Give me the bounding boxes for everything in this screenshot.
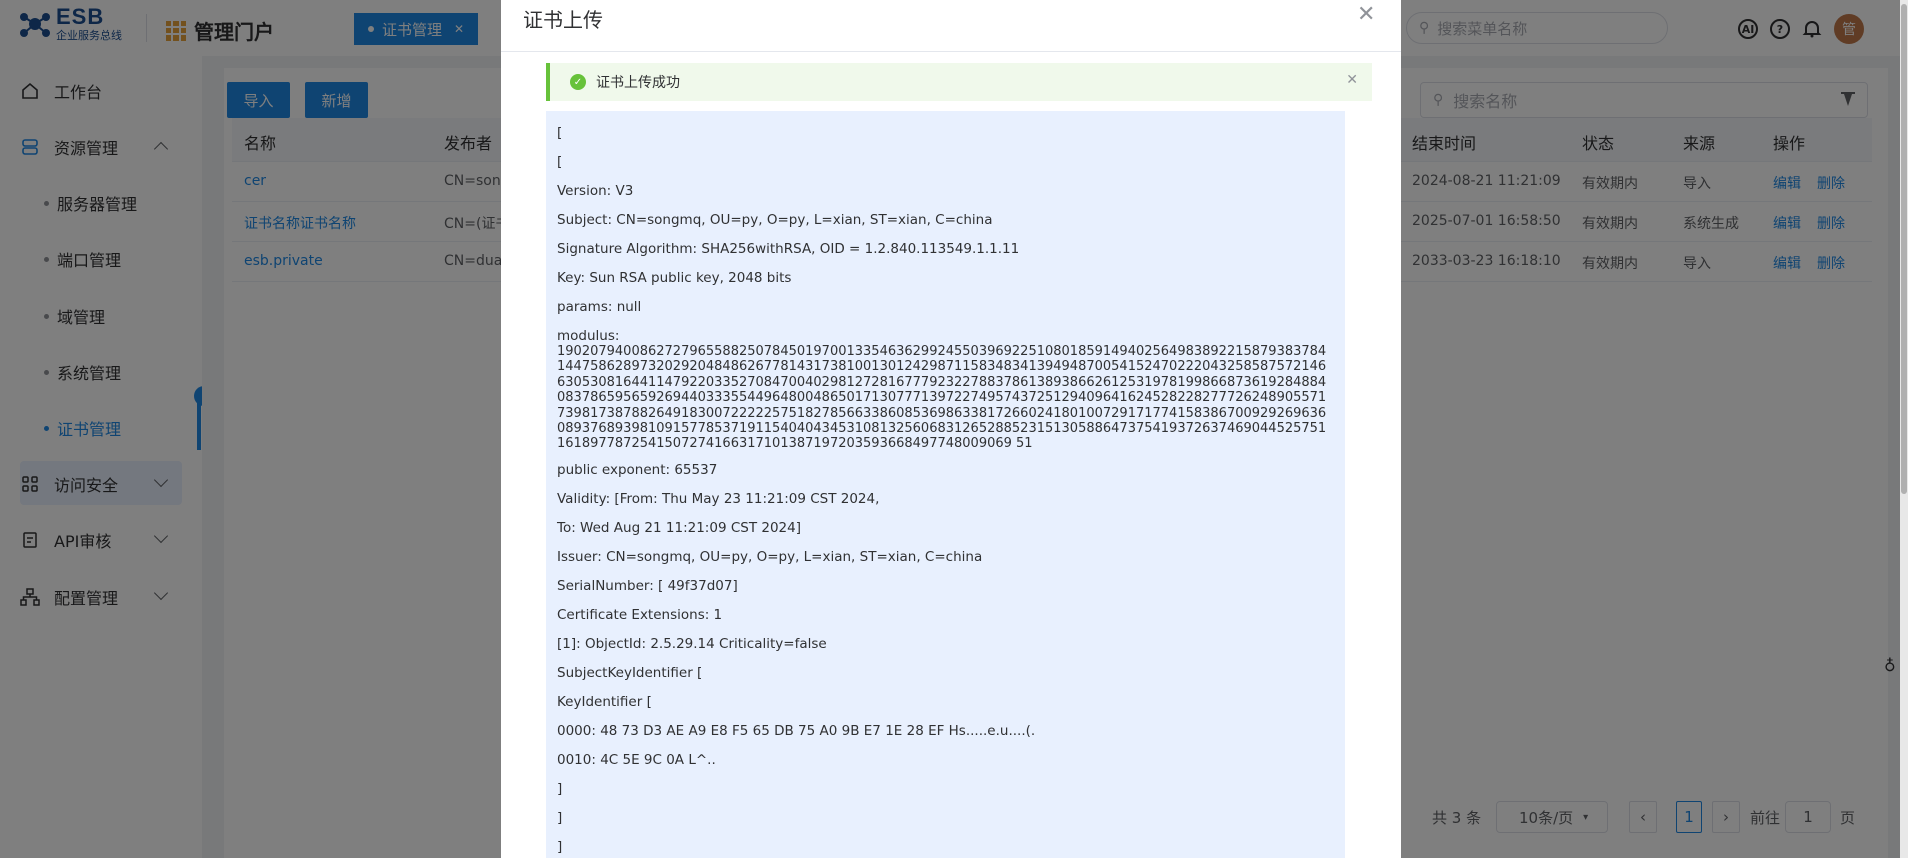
cert-line: [: [557, 125, 563, 141]
cert-line: Issuer: CN=songmq, OU=py, O=py, L=xian, …: [557, 548, 983, 565]
cert-line: SerialNumber: [ 49f37d07]: [557, 577, 738, 594]
cert-line: Certificate Extensions: 1: [557, 606, 723, 623]
cert-line: Signature Algorithm: SHA256withRSA, OID …: [557, 241, 1020, 257]
check-circle-icon: ✓: [570, 74, 586, 90]
cert-line: params: null: [557, 299, 642, 315]
cert-line: [1]: ObjectId: 2.5.29.14 Criticality=fal…: [557, 635, 827, 652]
cert-line: Version: V3: [557, 183, 634, 199]
cert-line: SubjectKeyIdentifier [: [557, 664, 703, 681]
cert-line: modulus:: [557, 328, 620, 344]
page-scrollbar[interactable]: [1900, 0, 1908, 858]
cert-line: Subject: CN=songmq, OU=py, O=py, L=xian,…: [557, 212, 993, 228]
cert-line: [: [557, 154, 563, 170]
dialog-divider: [501, 51, 1401, 52]
scrollbar-thumb[interactable]: [1901, 4, 1907, 494]
cert-line: ]: [557, 780, 563, 797]
cert-upload-dialog: 证书上传 ✕ ✓ 证书上传成功 ✕ [ [ Version: V3 Subject: …: [501, 0, 1401, 858]
cert-line: 0010: 4C 5E 9C 0A L^..: [557, 751, 716, 768]
cert-line: To: Wed Aug 21 11:21:09 CST 2024]: [557, 519, 801, 536]
alert-text: 证书上传成功: [596, 75, 680, 91]
cert-line: Key: Sun RSA public key, 2048 bits: [557, 270, 792, 286]
alert-close-icon[interactable]: ✕: [1346, 72, 1358, 88]
modulus-value: 1902079400862727965588250784501970013354…: [557, 344, 1327, 452]
cert-line: KeyIdentifier [: [557, 693, 652, 710]
cert-line: ]: [557, 838, 563, 855]
cert-details: [ [ Version: V3 Subject: CN=songmq, OU=py, …: [546, 111, 1345, 858]
cert-line: Validity: [From: Thu May 23 11:21:09 CST…: [557, 490, 880, 507]
cert-line: ]: [557, 809, 563, 826]
close-icon[interactable]: ✕: [1357, 2, 1375, 27]
cert-line: public exponent: 65537: [557, 461, 718, 478]
cert-line: 0000: 48 73 D3 AE A9 E8 F5 65 DB 75 A0 9…: [557, 722, 1036, 739]
success-alert: ✓ 证书上传成功 ✕: [546, 63, 1372, 101]
dialog-title: 证书上传: [523, 8, 603, 32]
